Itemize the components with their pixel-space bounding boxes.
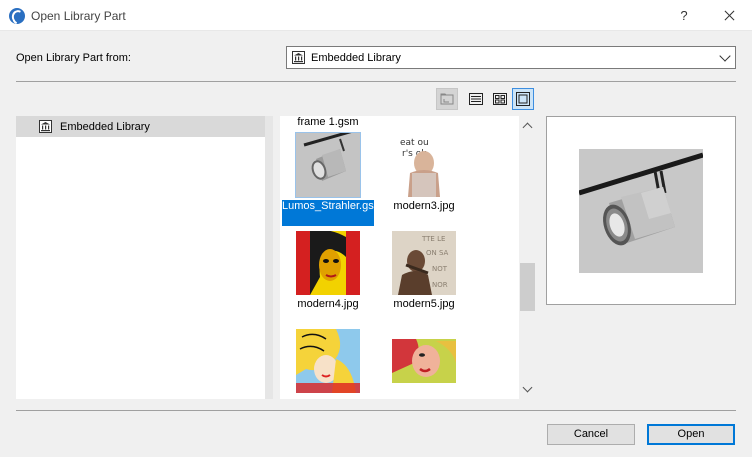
grid-item-frame1-label[interactable]: frame 1.gsm [282,116,374,129]
modern5-thumbnail: TTE LE ON SA NOT NOR [392,231,456,295]
spotlight-thumbnail [296,133,360,197]
grid-item-popart-b-thumbnail[interactable] [392,329,456,393]
tree-item-embedded-library[interactable]: Embedded Library [16,116,265,137]
folder-up-icon [440,93,454,105]
open-from-label: Open Library Part from: [16,52,131,64]
library-icon [39,120,52,133]
window-title: Open Library Part [31,9,126,23]
bottom-separator [16,410,736,411]
svg-text:eat ou: eat ou [400,138,429,148]
library-source-dropdown[interactable]: Embedded Library [286,46,736,69]
small-icons-view-icon [493,93,507,105]
tree-item-label: Embedded Library [60,121,150,133]
open-button[interactable]: Open [647,424,735,445]
scroll-down-icon[interactable] [522,382,533,393]
close-button[interactable] [707,0,751,31]
selected-library: Embedded Library [311,52,401,64]
scrollbar-thumb[interactable] [520,263,535,311]
chevron-down-icon [719,50,731,62]
scroll-up-icon[interactable] [522,122,533,133]
list-view-button[interactable] [465,88,487,110]
grid-item-modern5-thumbnail[interactable]: TTE LE ON SA NOT NOR [392,231,456,295]
grid-item-lumos-thumbnail[interactable] [295,132,361,198]
svg-text:NOT: NOT [432,265,448,273]
large-preview-view-button[interactable] [512,88,534,110]
popart-face-thumbnail [392,329,456,393]
grid-item-popart-a-thumbnail[interactable] [296,329,360,393]
grid-item-modern3-label[interactable]: modern3.jpg [378,200,470,213]
popart-blonde-thumbnail [296,329,360,393]
grid-content: frame 1.gsm Lumos_Strahler.gsm eat ou r'… [280,116,519,399]
cancel-button[interactable]: Cancel [547,424,635,445]
grid-item-modern5-label[interactable]: modern5.jpg [378,298,470,311]
svg-text:NOR: NOR [432,281,448,289]
library-part-grid: frame 1.gsm Lumos_Strahler.gsm eat ou r'… [280,116,536,399]
list-view-icon [469,93,483,105]
grid-item-lumos-label[interactable]: Lumos_Strahler.gsm [282,200,383,226]
spotlight-preview [579,149,703,273]
grid-scrollbar[interactable] [519,116,536,399]
library-tree: Embedded Library [16,116,265,399]
large-preview-view-icon [516,92,530,106]
modern3-thumbnail: eat ou r's ok [392,133,456,197]
svg-text:ON SA: ON SA [426,249,449,257]
folder-up-button[interactable] [436,88,458,110]
panel-splitter[interactable] [265,116,273,399]
library-icon [292,51,305,64]
top-separator [16,81,736,82]
small-icons-view-button[interactable] [489,88,511,110]
title-bar: Open Library Part ? [0,0,752,31]
help-button[interactable]: ? [664,0,704,31]
grid-item-modern3-thumbnail[interactable]: eat ou r's ok [392,133,456,197]
preview-panel [546,116,736,305]
svg-text:TTE LE: TTE LE [421,235,445,243]
modern4-thumbnail [296,231,360,295]
archicad-icon [9,8,25,24]
grid-item-modern4-label[interactable]: modern4.jpg [282,298,374,311]
grid-item-modern4-thumbnail[interactable] [296,231,360,295]
preview-image [579,149,703,273]
